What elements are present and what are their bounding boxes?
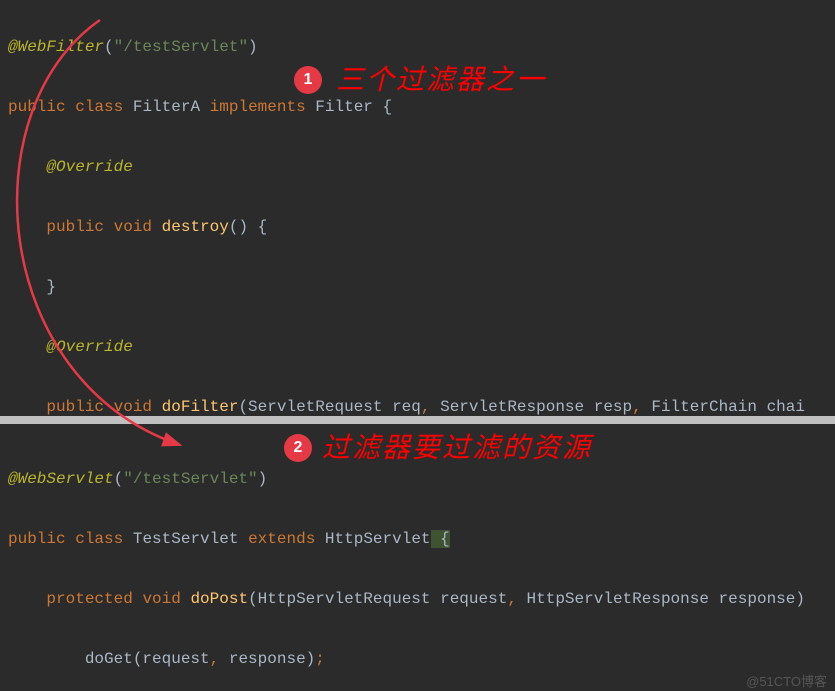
code-line: public void destroy() {	[0, 212, 835, 242]
code-line: public class FilterA implements Filter {	[0, 92, 835, 122]
code-line: protected void doPost(HttpServletRequest…	[0, 584, 835, 614]
caption-top: 三个过滤器之一	[336, 66, 546, 96]
watermark: @51CTO博客	[746, 667, 827, 691]
code-line: }	[0, 272, 835, 302]
annotation: @WebFilter	[8, 38, 104, 56]
code-line: doGet(request, response);	[0, 644, 835, 674]
annotation: @WebServlet	[8, 470, 114, 488]
code-line: public class TestServlet extends HttpSer…	[0, 524, 835, 554]
badge-2: 2	[284, 434, 312, 462]
code-line: @Override	[0, 152, 835, 182]
code-pane-bottom: @WebServlet("/testServlet") public class…	[0, 424, 835, 691]
code-line: @WebFilter("/testServlet")	[0, 32, 835, 62]
badge-1: 1	[294, 66, 322, 94]
caption-bottom: 过滤器要过滤的资源	[322, 434, 592, 464]
code-line: @Override	[0, 332, 835, 362]
code-pane-top: @WebFilter("/testServlet") public class …	[0, 0, 835, 416]
code-line: @WebServlet("/testServlet")	[0, 464, 835, 494]
code-line: public void doFilter(ServletRequest req,…	[0, 392, 835, 422]
